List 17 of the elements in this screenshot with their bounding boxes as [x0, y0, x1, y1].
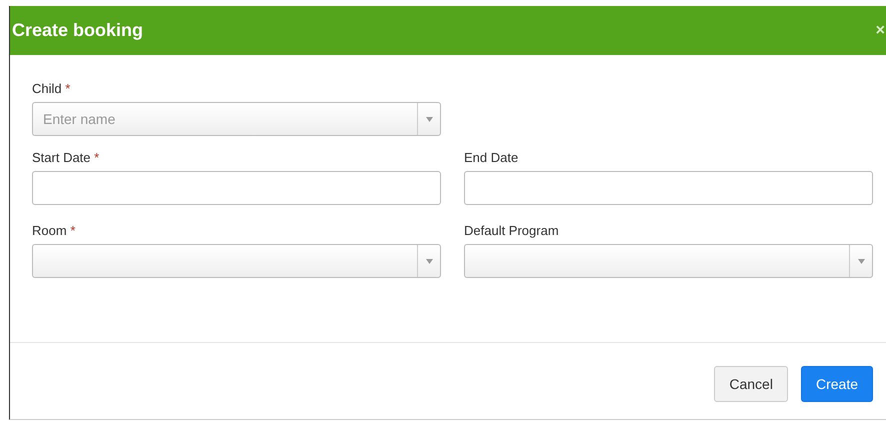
field-label: End Date [464, 150, 518, 165]
dialog-title: Create booking [12, 20, 144, 41]
select-field[interactable] [32, 244, 441, 278]
field-label: Start Date * [32, 150, 100, 165]
field-label: Room * [32, 223, 76, 238]
field-label: Child * [32, 81, 70, 96]
cancel-button[interactable]: Cancel [714, 366, 788, 402]
select-field[interactable] [464, 244, 873, 278]
text-field[interactable] [32, 171, 441, 205]
text-field[interactable] [464, 171, 873, 205]
close-button[interactable]: × [876, 22, 885, 40]
caret-icon [426, 258, 432, 264]
caret-icon [858, 258, 864, 264]
select-field[interactable]: Enter name [32, 102, 441, 136]
field-label: Default Program [464, 223, 559, 238]
create-button[interactable]: Create [800, 366, 873, 402]
caret-icon [426, 116, 432, 122]
